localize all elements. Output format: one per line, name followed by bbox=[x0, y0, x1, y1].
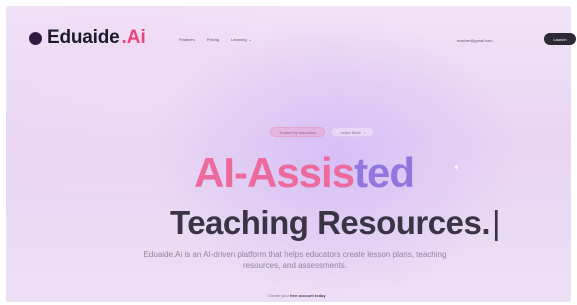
chevron-down-icon: ⌄ bbox=[248, 37, 252, 42]
headline-text: Teaching Resources. bbox=[170, 204, 491, 241]
circle-logo-icon bbox=[30, 32, 41, 44]
hero-headline-line-2: Teaching Resources.| bbox=[170, 198, 510, 248]
nav-link-pricing[interactable]: Pricing bbox=[207, 37, 219, 42]
learn-more-label: Learn More bbox=[340, 129, 361, 135]
nav-link-label: Learning bbox=[231, 37, 247, 42]
sparkle-icon: ✦ bbox=[453, 163, 460, 172]
typing-cursor: | bbox=[492, 204, 501, 241]
brand-name: Eduaide bbox=[47, 27, 120, 48]
nav-link-features[interactable]: Features bbox=[179, 37, 195, 42]
learn-more-pill[interactable]: Learn More › bbox=[331, 127, 375, 137]
cta-line: Create your free account today bbox=[268, 293, 388, 298]
chevron-right-icon: › bbox=[363, 129, 366, 135]
headline-highlight-purple: ted bbox=[354, 149, 415, 196]
launch-button[interactable]: Launch bbox=[544, 33, 576, 45]
hero-pills: Trusted by educators Learn More › bbox=[270, 127, 375, 137]
nav-link-learning[interactable]: Learning ⌄ bbox=[231, 37, 252, 42]
brand-logo[interactable]: Eduaide .Ai bbox=[30, 27, 146, 49]
create-account-link[interactable]: free account today bbox=[290, 293, 326, 298]
nav-link-label: Features bbox=[179, 37, 195, 42]
cta-prefix: Create your bbox=[268, 293, 289, 298]
trusted-pill[interactable]: Trusted by educators bbox=[270, 127, 326, 137]
user-email[interactable]: teacher@gmail.com bbox=[457, 38, 493, 43]
top-navbar: Eduaide .Ai Features Pricing Learning ⌄ t… bbox=[6, 6, 576, 68]
headline-highlight-pink: AI-Assis bbox=[194, 149, 355, 196]
hero-headline-line-1: AI-Assisted bbox=[194, 149, 454, 197]
nav-links: Features Pricing Learning ⌄ bbox=[179, 37, 252, 42]
hero-subtext: Eduaide.Ai is an AI-driven platform that… bbox=[143, 250, 447, 270]
brand-accent: .Ai bbox=[121, 27, 146, 48]
nav-link-label: Pricing bbox=[206, 37, 220, 42]
page: Eduaide .Ai Features Pricing Learning ⌄ t… bbox=[0, 0, 577, 305]
